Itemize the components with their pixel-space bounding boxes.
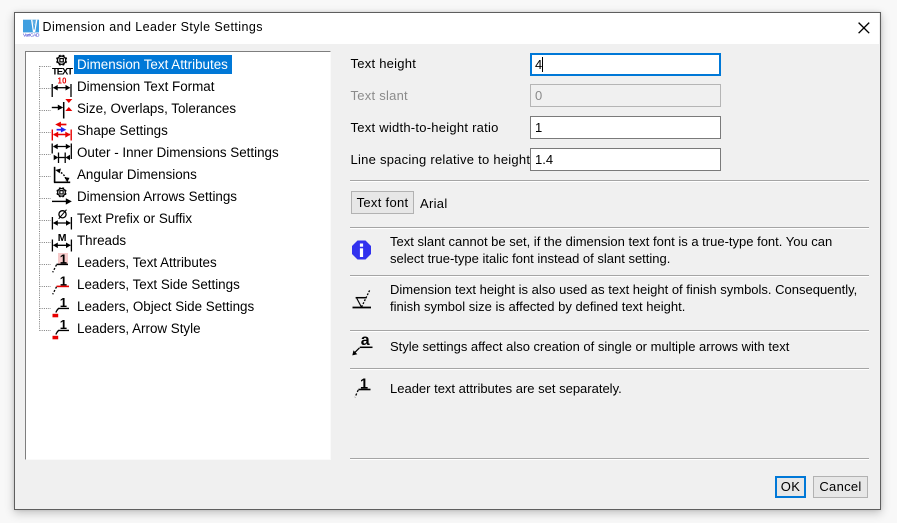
svg-text:10: 10 [58, 77, 68, 86]
svg-text:a: a [361, 332, 370, 349]
svg-text:M: M [58, 232, 67, 244]
svg-text:VariCAD: VariCAD [23, 32, 40, 38]
